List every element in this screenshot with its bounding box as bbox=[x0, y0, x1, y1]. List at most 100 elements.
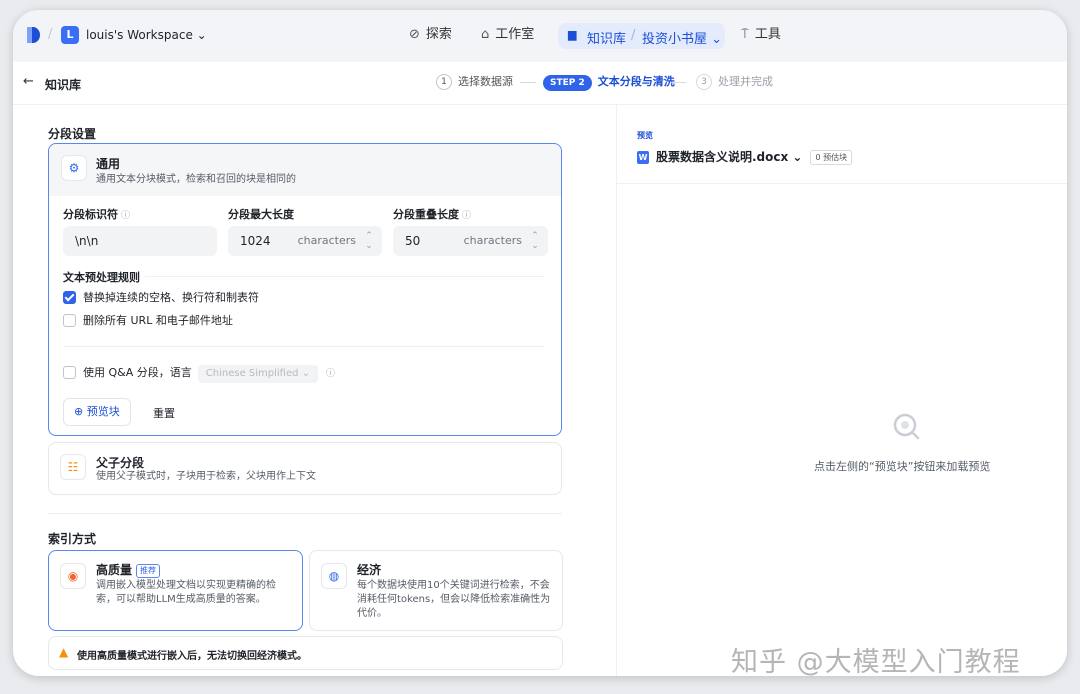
parent-child-icon: ☷ bbox=[60, 454, 86, 480]
nav-explore-label: 探索 bbox=[425, 27, 452, 42]
general-mode-card[interactable]: ⚙ 通用 通用文本分块模式，检索和召回的块是相同的 分段标识符 ⓘ 分段最大长度 … bbox=[48, 143, 562, 436]
high-quality-title-text: 高质量 bbox=[96, 563, 133, 577]
overlap-value: 50 bbox=[405, 234, 421, 248]
high-quality-card[interactable]: ◉ 高质量 推荐 调用嵌入模型处理文档以实现更精确的检 索，可以帮助LLM生成高质… bbox=[48, 550, 303, 631]
parent-child-mode-card[interactable]: ☷ 父子分段 使用父子模式时，子块用于检索，父块用作上下文 bbox=[48, 442, 562, 495]
economy-title: 经济 bbox=[357, 563, 382, 577]
preview-button-label: 预览块 bbox=[86, 405, 120, 418]
step-connector bbox=[670, 82, 686, 83]
divider bbox=[48, 513, 562, 514]
app-window: / L louis's Workspace ⌄ ⊘ 探索 ⌂ 工作室 ▆ 知识库 /… bbox=[13, 10, 1067, 676]
checkbox[interactable] bbox=[63, 313, 76, 327]
chunk-count-badge: 0 预估块 bbox=[810, 150, 853, 165]
overlap-input[interactable]: 50 characters ⌃ ⌄ bbox=[393, 226, 548, 256]
gear-icon: ⚙ bbox=[61, 155, 87, 181]
stepper-icon[interactable]: ⌃ ⌄ bbox=[364, 226, 374, 251]
identifier-value: \n\n bbox=[75, 234, 99, 248]
warning-text: 使用高质量模式进行嵌入后，无法切换回经济模式。 bbox=[77, 651, 307, 662]
general-description: 通用文本分块模式，检索和召回的块是相同的 bbox=[96, 174, 296, 185]
index-warning-banner: ▲ 使用高质量模式进行嵌入后，无法切换回经济模式。 bbox=[48, 636, 563, 670]
general-title: 通用 bbox=[96, 157, 121, 171]
qa-label: 使用 Q&A 分段，语言 bbox=[83, 366, 192, 379]
info-icon[interactable]: ⓘ bbox=[326, 369, 335, 379]
economy-description-2: 消耗任何tokens，但会以降低检索准确性为 bbox=[357, 594, 551, 605]
divider bbox=[617, 183, 1067, 184]
step-1: 1 选择数据源 bbox=[436, 73, 513, 91]
high-quality-title: 高质量 推荐 bbox=[96, 561, 161, 578]
preview-chunks-button[interactable]: ⊕ 预览块 bbox=[63, 398, 131, 426]
robot-icon: ⌂ bbox=[481, 27, 490, 42]
high-quality-description-1: 调用嵌入模型处理文档以实现更精确的检 bbox=[96, 580, 276, 591]
index-section-title: 索引方式 bbox=[48, 532, 97, 546]
rule-url-label: 删除所有 URL 和电子邮件地址 bbox=[83, 314, 233, 327]
nav-tools-label: 工具 bbox=[754, 27, 781, 42]
economy-description-3: 代价。 bbox=[357, 608, 387, 619]
step-3: 3 处理并完成 bbox=[696, 73, 773, 91]
identifier-label-text: 分段标识符 bbox=[63, 208, 118, 221]
compass-icon: ⊘ bbox=[409, 27, 420, 42]
parent-child-title: 父子分段 bbox=[96, 456, 145, 470]
divider bbox=[63, 346, 545, 347]
checkbox-checked[interactable] bbox=[63, 290, 76, 304]
info-icon[interactable]: ⓘ bbox=[121, 211, 130, 221]
preview-file-select[interactable]: 股票数据含义说明.docx ⌄ bbox=[656, 150, 802, 164]
preview-panel: 预览 W 股票数据含义说明.docx ⌄ 0 预估块 点击左侧的“预览块”按钮来加载… bbox=[616, 105, 1067, 676]
rule-whitespace-row[interactable]: 替换掉连续的空格、换行符和制表符 bbox=[63, 290, 259, 306]
back-arrow-icon[interactable]: ← bbox=[23, 74, 34, 89]
max-length-label: 分段最大长度 bbox=[228, 208, 294, 221]
overlap-label-text: 分段重叠长度 bbox=[393, 208, 459, 221]
nav-tools[interactable]: ⍑ 工具 bbox=[741, 21, 781, 49]
nav-knowledge[interactable]: 知识库 bbox=[587, 28, 626, 47]
segment-settings-panel: 分段设置 ⚙ 通用 通用文本分块模式，检索和召回的块是相同的 分段标识符 ⓘ 分段… bbox=[13, 105, 613, 676]
search-doc-icon bbox=[893, 413, 920, 440]
preview-search-icon: ⊕ bbox=[74, 405, 84, 418]
max-length-input[interactable]: 1024 characters ⌃ ⌄ bbox=[228, 226, 382, 256]
nav-explore[interactable]: ⊘ 探索 bbox=[409, 21, 452, 49]
high-quality-description-2: 索，可以帮助LLM生成高质量的答案。 bbox=[96, 594, 266, 605]
tools-icon: ⍑ bbox=[741, 27, 749, 42]
piggy-bank-icon: ◍ bbox=[321, 563, 347, 589]
step-1-label: 选择数据源 bbox=[458, 75, 513, 88]
separator: / bbox=[48, 27, 53, 42]
identifier-label: 分段标识符 ⓘ bbox=[63, 206, 130, 222]
max-length-unit: characters bbox=[297, 234, 356, 247]
segment-section-title: 分段设置 bbox=[48, 127, 97, 141]
book-icon: ▆ bbox=[568, 28, 577, 41]
separator: / bbox=[631, 28, 636, 43]
step-connector bbox=[520, 82, 536, 83]
checkbox[interactable] bbox=[63, 365, 76, 379]
rule-whitespace-label: 替换掉连续的空格、换行符和制表符 bbox=[83, 291, 259, 304]
qa-row[interactable]: 使用 Q&A 分段，语言 Chinese Simplified ⌄ ⓘ bbox=[63, 365, 335, 383]
step-1-number: 1 bbox=[436, 74, 452, 90]
reset-button[interactable]: 重置 bbox=[153, 405, 175, 421]
workspace-switcher[interactable]: louis's Workspace ⌄ bbox=[86, 28, 207, 42]
rule-url-row[interactable]: 删除所有 URL 和电子邮件地址 bbox=[63, 313, 233, 329]
max-length-value: 1024 bbox=[240, 234, 271, 248]
step-2-pill: STEP 2 bbox=[543, 75, 592, 91]
recommended-badge: 推荐 bbox=[136, 563, 161, 578]
step-header: ← 知识库 1 选择数据源 STEP 2 文本分段与清洗 3 处理并完成 bbox=[13, 62, 1067, 105]
stepper-icon[interactable]: ⌃ ⌄ bbox=[530, 226, 540, 251]
language-select[interactable]: Chinese Simplified ⌄ bbox=[197, 365, 319, 383]
dataset-switcher[interactable]: 投资小书屋 ⌄ bbox=[642, 28, 722, 47]
empty-preview-text: 点击左侧的“预览块”按钮来加载预览 bbox=[814, 460, 991, 473]
info-icon[interactable]: ⓘ bbox=[462, 211, 471, 221]
watermark-text: 知乎 @大模型入门教程 bbox=[731, 647, 1021, 676]
preview-label: 预览 bbox=[637, 131, 653, 140]
app-logo-icon[interactable] bbox=[25, 26, 41, 44]
divider bbox=[145, 276, 545, 277]
page-title: 知识库 bbox=[45, 78, 82, 92]
word-doc-icon: W bbox=[637, 151, 649, 164]
preview-file-row: W 股票数据含义说明.docx ⌄ 0 预估块 bbox=[637, 148, 853, 165]
orb-icon: ◉ bbox=[60, 563, 86, 589]
top-navbar: / L louis's Workspace ⌄ ⊘ 探索 ⌂ 工作室 ▆ 知识库 /… bbox=[13, 10, 1067, 63]
step-2: STEP 2 文本分段与清洗 bbox=[543, 73, 675, 91]
economy-card[interactable]: ◍ 经济 每个数据块使用10个关键词进行检索，不会 消耗任何tokens，但会以… bbox=[309, 550, 563, 631]
identifier-input[interactable]: \n\n bbox=[63, 226, 217, 256]
general-card-header bbox=[49, 144, 561, 196]
nav-studio[interactable]: ⌂ 工作室 bbox=[481, 21, 534, 49]
workspace-avatar[interactable]: L bbox=[61, 26, 79, 44]
overlap-unit: characters bbox=[463, 234, 522, 247]
overlap-label: 分段重叠长度 ⓘ bbox=[393, 206, 471, 222]
step-2-label: 文本分段与清洗 bbox=[597, 75, 675, 88]
